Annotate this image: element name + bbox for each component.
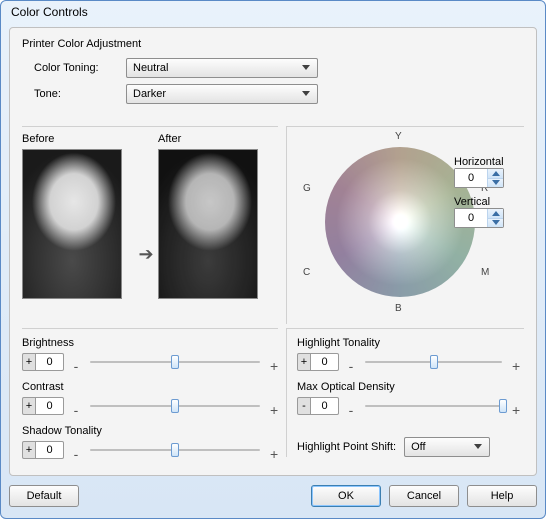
section-heading: Printer Color Adjustment	[22, 38, 524, 50]
wheel-label-g: G	[303, 183, 311, 194]
right-sliders: Highlight Tonality + 0 - + Max Optical D…	[286, 328, 524, 457]
max-optical-density-group: Max Optical Density - 0 - +	[297, 381, 520, 415]
chevron-down-icon	[299, 61, 313, 75]
brightness-sign: +	[22, 353, 36, 371]
max-optical-density-value-box[interactable]: - 0	[297, 397, 341, 415]
highlight-point-shift-select[interactable]: Off	[404, 437, 490, 457]
after-thumbnail	[158, 149, 258, 299]
shadow-tonality-value-box[interactable]: + 0	[22, 441, 66, 459]
minus-icon: -	[72, 446, 80, 462]
color-toning-row: Color Toning: Neutral	[22, 58, 524, 78]
chevron-down-icon	[299, 87, 313, 101]
contrast-value-box[interactable]: + 0	[22, 397, 66, 415]
max-optical-density-sign: -	[297, 397, 311, 415]
color-wheel[interactable]: +	[325, 147, 475, 297]
highlight-tonality-slider[interactable]	[361, 353, 506, 371]
slider-thumb[interactable]	[171, 355, 179, 369]
contrast-value: 0	[36, 397, 64, 415]
color-toning-label: Color Toning:	[34, 62, 126, 74]
highlight-tonality-group: Highlight Tonality + 0 - +	[297, 337, 520, 371]
left-sliders: Brightness + 0 - + Contrast	[22, 328, 278, 469]
cancel-button[interactable]: Cancel	[389, 485, 459, 507]
after-caption: After	[158, 133, 270, 145]
highlight-tonality-value: 0	[311, 353, 339, 371]
slider-thumb[interactable]	[430, 355, 438, 369]
slider-thumb[interactable]	[499, 399, 507, 413]
wheel-label-b: B	[395, 303, 402, 314]
tone-value: Darker	[133, 88, 166, 100]
shadow-tonality-sign: +	[22, 441, 36, 459]
max-optical-density-value: 0	[311, 397, 339, 415]
main-panel: Printer Color Adjustment Color Toning: N…	[9, 27, 537, 476]
plus-icon: +	[270, 446, 278, 462]
title-bar: Color Controls	[1, 1, 545, 23]
spin-up-icon[interactable]	[488, 169, 503, 179]
vertical-input[interactable]	[455, 209, 487, 227]
shadow-tonality-label: Shadow Tonality	[22, 425, 278, 437]
brightness-slider[interactable]	[86, 353, 264, 371]
wheel-label-m: M	[481, 267, 489, 278]
default-button[interactable]: Default	[9, 485, 79, 507]
wheel-label-y: Y	[395, 131, 402, 142]
highlight-point-shift-label: Highlight Point Shift:	[297, 441, 396, 453]
arrow-right-icon: ➔	[134, 184, 158, 265]
contrast-label: Contrast	[22, 381, 278, 393]
window-title: Color Controls	[11, 5, 88, 19]
color-toning-select[interactable]: Neutral	[126, 58, 318, 78]
plus-icon: +	[512, 402, 520, 418]
brightness-value: 0	[36, 353, 64, 371]
tone-row: Tone: Darker	[22, 84, 524, 104]
horizontal-label: Horizontal	[454, 156, 524, 168]
minus-icon: -	[347, 402, 355, 418]
plus-icon: +	[270, 402, 278, 418]
before-caption: Before	[22, 133, 134, 145]
plus-icon: +	[512, 358, 520, 374]
spin-down-icon[interactable]	[488, 179, 503, 188]
brightness-value-box[interactable]: + 0	[22, 353, 66, 371]
highlight-tonality-value-box[interactable]: + 0	[297, 353, 341, 371]
spin-up-icon[interactable]	[488, 209, 503, 219]
shadow-tonality-slider[interactable]	[86, 441, 264, 459]
preview-area: Before After ➔	[22, 126, 278, 324]
crosshair-icon: +	[395, 217, 405, 227]
dialog-window: Color Controls Printer Color Adjustment …	[0, 0, 546, 519]
horizontal-input[interactable]	[455, 169, 487, 187]
shadow-tonality-value: 0	[36, 441, 64, 459]
chevron-down-icon	[471, 440, 485, 454]
spin-down-icon[interactable]	[488, 219, 503, 228]
contrast-slider[interactable]	[86, 397, 264, 415]
slider-thumb[interactable]	[171, 399, 179, 413]
shadow-tonality-group: Shadow Tonality + 0 - +	[22, 425, 278, 459]
max-optical-density-label: Max Optical Density	[297, 381, 520, 393]
brightness-group: Brightness + 0 - +	[22, 337, 278, 371]
highlight-tonality-label: Highlight Tonality	[297, 337, 520, 349]
color-toning-value: Neutral	[133, 62, 168, 74]
highlight-tonality-sign: +	[297, 353, 311, 371]
tone-select[interactable]: Darker	[126, 84, 318, 104]
brightness-label: Brightness	[22, 337, 278, 349]
hv-controls: Horizontal Vertical	[454, 156, 524, 236]
tone-label: Tone:	[34, 88, 126, 100]
highlight-point-shift-value: Off	[411, 441, 425, 453]
horizontal-spin[interactable]	[454, 168, 504, 188]
before-thumbnail	[22, 149, 122, 299]
max-optical-density-slider[interactable]	[361, 397, 506, 415]
wheel-label-c: C	[303, 267, 310, 278]
dialog-footer: Default OK Cancel Help	[9, 482, 537, 510]
vertical-label: Vertical	[454, 196, 524, 208]
slider-thumb[interactable]	[171, 443, 179, 457]
vertical-spin[interactable]	[454, 208, 504, 228]
plus-icon: +	[270, 358, 278, 374]
minus-icon: -	[72, 358, 80, 374]
help-button[interactable]: Help	[467, 485, 537, 507]
highlight-point-shift-row: Highlight Point Shift: Off	[297, 437, 520, 457]
minus-icon: -	[347, 358, 355, 374]
contrast-group: Contrast + 0 - +	[22, 381, 278, 415]
minus-icon: -	[72, 402, 80, 418]
ok-button[interactable]: OK	[311, 485, 381, 507]
contrast-sign: +	[22, 397, 36, 415]
